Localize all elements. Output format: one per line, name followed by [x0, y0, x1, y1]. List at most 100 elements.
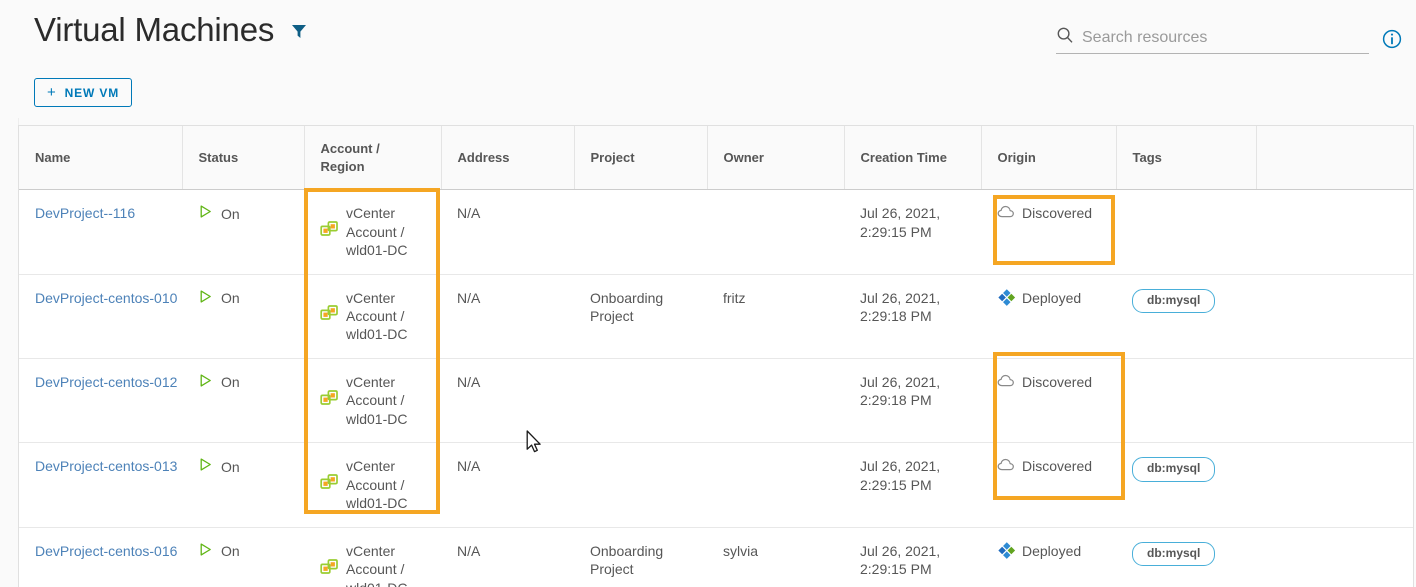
- cell-creation-time: Jul 26, 2021, 2:29:15 PM: [844, 527, 981, 587]
- cell-spacer: [1256, 189, 1413, 275]
- vm-name-link[interactable]: DevProject--116: [35, 205, 135, 221]
- address-label: N/A: [457, 542, 481, 559]
- cell-account-region: vCenter Account / wld01-DC: [304, 358, 441, 444]
- status-label: On: [221, 290, 240, 306]
- column-header-address[interactable]: Address: [440, 126, 574, 191]
- filter-funnel-icon[interactable]: [288, 20, 310, 47]
- column-header-name[interactable]: Name: [19, 126, 182, 191]
- origin-label: Deployed: [1022, 289, 1082, 306]
- cell-tags: [1116, 358, 1256, 444]
- cell-spacer: [1256, 274, 1413, 359]
- cell-creation-time: Jul 26, 2021, 2:29:18 PM: [844, 358, 981, 444]
- play-triangle-icon: [198, 204, 213, 223]
- cell-project: [574, 358, 707, 444]
- cell-owner: fritz: [707, 274, 844, 359]
- creation-time: 2:29:18 PM: [860, 392, 932, 409]
- creation-time: 2:29:18 PM: [860, 307, 932, 324]
- address-label: N/A: [457, 289, 481, 306]
- cloud-icon: [997, 373, 1016, 392]
- address-label: N/A: [457, 458, 481, 475]
- status-label: On: [221, 374, 240, 391]
- play-triangle-icon: [198, 457, 213, 476]
- cell-name: DevProject--116: [19, 189, 182, 275]
- column-header-account-line2: Region: [320, 158, 365, 174]
- new-vm-button-label: NEW VM: [64, 85, 120, 100]
- owner-label: sylvia: [723, 542, 759, 559]
- column-header-origin[interactable]: Origin: [980, 126, 1116, 191]
- cell-account-region: vCenter Account / wld01-DC: [304, 274, 441, 359]
- page-header: Virtual Machines + NEW VM: [18, 0, 1416, 118]
- cell-address: N/A: [441, 358, 574, 444]
- cell-origin: Deployed: [981, 274, 1116, 359]
- table-row[interactable]: DevProject-centos-013 On vCenter Account /…: [19, 442, 1413, 528]
- new-vm-button[interactable]: + NEW VM: [34, 78, 133, 107]
- cell-project: Onboarding Project: [574, 527, 707, 587]
- status-label: On: [221, 543, 240, 560]
- table-body: DevProject--116 On vCenter Account / wld01…: [19, 189, 1413, 587]
- cell-spacer: [1256, 442, 1413, 528]
- table-row[interactable]: DevProject-centos-010 On vCenter Account /…: [19, 274, 1413, 359]
- tag-pill[interactable]: db:mysql: [1132, 288, 1216, 314]
- play-triangle-icon: [198, 289, 213, 308]
- cell-account-region: vCenter Account / wld01-DC: [304, 527, 441, 587]
- creation-date: Jul 26, 2021,: [860, 289, 941, 306]
- vcenter-account-icon: [320, 473, 339, 496]
- column-header-creation-time[interactable]: Creation Time: [843, 126, 981, 191]
- cloud-icon: [997, 204, 1016, 223]
- search-input[interactable]: [1082, 28, 1369, 47]
- cell-name: DevProject-centos-012: [19, 358, 182, 444]
- table-row[interactable]: DevProject-centos-016 On vCenter Account /…: [19, 527, 1413, 587]
- tag-pill[interactable]: db:mysql: [1132, 457, 1216, 482]
- cell-address: N/A: [441, 189, 574, 275]
- creation-time: 2:29:15 PM: [860, 223, 932, 240]
- play-triangle-icon: [198, 373, 213, 392]
- project-label: Onboarding Project: [590, 542, 664, 578]
- table-header-row: Name Status Account / Region Address Pro…: [19, 126, 1413, 191]
- cell-name: DevProject-centos-016: [19, 527, 182, 587]
- cell-tags: [1116, 189, 1256, 275]
- cell-tags: db:mysql: [1116, 442, 1256, 528]
- cell-owner: [707, 442, 844, 528]
- column-header-project[interactable]: Project: [573, 126, 707, 191]
- cell-project: [574, 189, 707, 275]
- plus-icon: +: [47, 84, 57, 101]
- column-header-status[interactable]: Status: [181, 126, 304, 191]
- column-header-account-region[interactable]: Account / Region: [303, 126, 441, 191]
- tag-pill[interactable]: db:mysql: [1132, 541, 1216, 567]
- cell-address: N/A: [441, 527, 574, 587]
- page-title: Virtual Machines: [34, 11, 275, 48]
- status-label: On: [221, 205, 240, 222]
- cell-spacer: [1256, 527, 1413, 587]
- cell-account-region: vCenter Account / wld01-DC: [304, 442, 441, 528]
- cell-status: On: [182, 358, 304, 444]
- cell-tags: db:mysql: [1116, 274, 1256, 359]
- cell-name: DevProject-centos-010: [19, 274, 182, 359]
- account-region-label: vCenter Account / wld01-DC: [346, 289, 408, 343]
- cell-origin: Discovered: [981, 358, 1116, 444]
- cloud-icon: [997, 457, 1016, 476]
- account-region-label: vCenter Account / wld01-DC: [346, 373, 408, 427]
- cell-address: N/A: [441, 442, 574, 528]
- info-circle-icon[interactable]: [1382, 29, 1402, 54]
- search-field[interactable]: [1056, 26, 1369, 54]
- cell-creation-time: Jul 26, 2021, 2:29:18 PM: [844, 274, 981, 359]
- table-row[interactable]: DevProject--116 On vCenter Account / wld01…: [19, 189, 1413, 275]
- vcenter-account-icon: [320, 558, 339, 581]
- owner-label: fritz: [723, 289, 746, 306]
- column-header-tags[interactable]: Tags: [1115, 126, 1256, 191]
- play-triangle-icon: [198, 542, 213, 561]
- virtual-machines-page: Virtual Machines + NEW VM Search resourc…: [0, 0, 1416, 587]
- cell-owner: sylvia: [707, 527, 844, 587]
- cell-project: Onboarding Project: [574, 274, 707, 359]
- vm-name-link[interactable]: DevProject-centos-016: [35, 543, 177, 559]
- table-row[interactable]: DevProject-centos-012 On vCenter Account /…: [19, 358, 1413, 444]
- deployed-diamonds-icon: [997, 288, 1016, 312]
- search-icon: [1056, 26, 1074, 49]
- vm-name-link[interactable]: DevProject-centos-013: [35, 458, 177, 474]
- cell-creation-time: Jul 26, 2021, 2:29:15 PM: [844, 189, 981, 275]
- origin-label: Deployed: [1022, 542, 1082, 559]
- vm-name-link[interactable]: DevProject-centos-010: [35, 290, 177, 306]
- vm-name-link[interactable]: DevProject-centos-012: [35, 374, 177, 390]
- creation-time: 2:29:15 PM: [860, 561, 932, 578]
- column-header-owner[interactable]: Owner: [706, 126, 844, 191]
